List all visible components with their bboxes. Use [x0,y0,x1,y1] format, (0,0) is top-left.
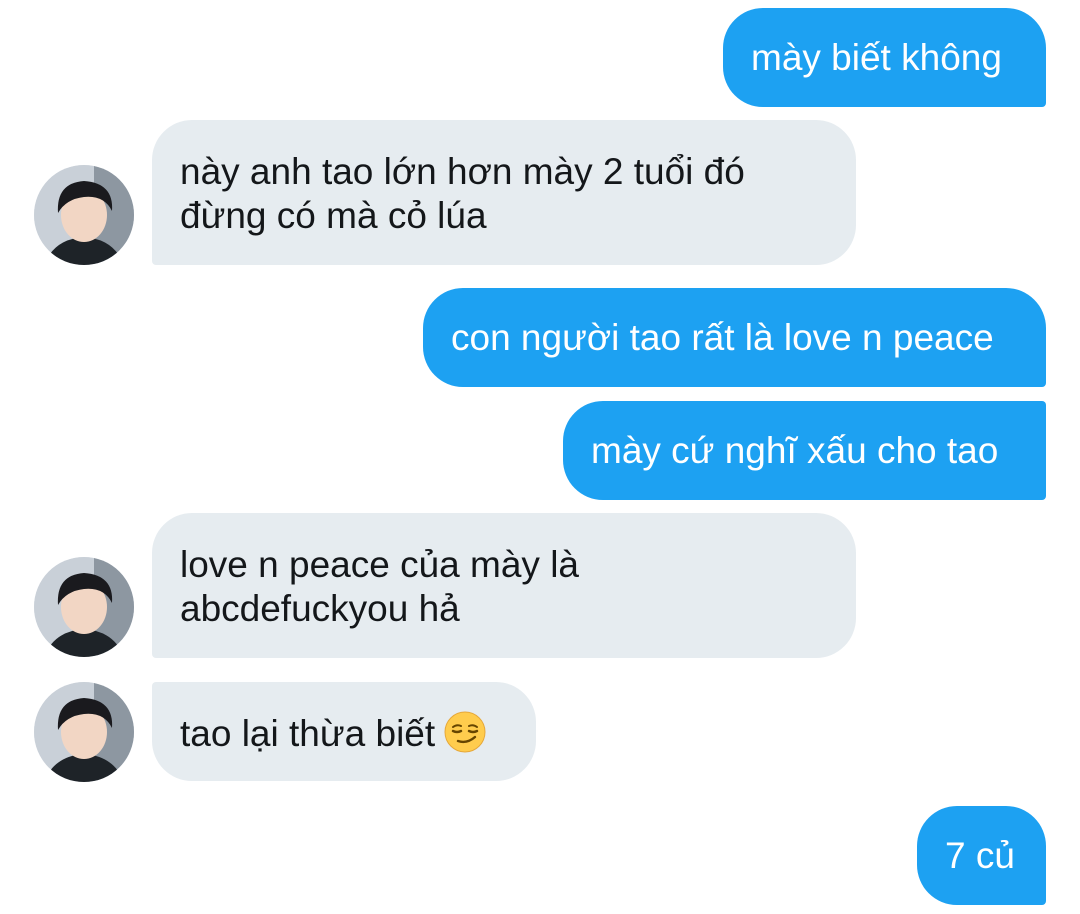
received-message[interactable]: tao lại thừa biết [152,682,536,781]
avatar[interactable] [34,682,134,782]
message-text: abcdefuckyou hả [180,588,460,629]
message-text: đừng có mà cỏ lúa [180,195,487,236]
received-message[interactable]: love n peace của mày là abcdefuckyou hả [152,513,856,658]
message-text: 7 củ [945,835,1015,876]
avatar-photo-icon [34,557,134,657]
message-text: này anh tao lớn hơn mày 2 tuổi đó [180,151,745,192]
chat-thread: mày biết không này anh tao lớn hơn mày 2… [0,0,1080,914]
avatar-photo-icon [34,682,134,782]
message-text: love n peace của mày là [180,544,580,585]
sent-message[interactable]: mày cứ nghĩ xấu cho tao [563,401,1046,500]
message-text: mày cứ nghĩ xấu cho tao [591,430,999,471]
avatar-photo-icon [34,165,134,265]
smirking-face-icon [443,710,487,754]
message-text: con người tao rất là love n peace [451,317,994,358]
sent-message[interactable]: 7 củ [917,806,1046,905]
avatar[interactable] [34,165,134,265]
sent-message[interactable]: con người tao rất là love n peace [423,288,1046,387]
avatar[interactable] [34,557,134,657]
message-text: tao lại thừa biết [180,713,436,754]
message-text: mày biết không [751,37,1002,78]
received-message[interactable]: này anh tao lớn hơn mày 2 tuổi đó đừng c… [152,120,856,265]
sent-message[interactable]: mày biết không [723,8,1046,107]
